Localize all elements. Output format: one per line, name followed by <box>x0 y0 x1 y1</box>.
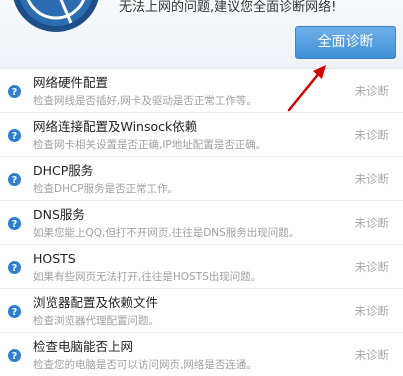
diagnosis-item-title: DHCP服务 <box>33 163 94 178</box>
svg-text:?: ? <box>12 351 18 362</box>
network-diagnosis-panel: 无法上网的问题,建议您全面诊断网络! 全面诊断 ? 网络硬件配置 检查网线是否插… <box>0 0 403 376</box>
help-icon[interactable]: ? <box>8 261 21 274</box>
diagnosis-item[interactable]: ? 网络硬件配置 检查网线是否插好,网卡及驱动是否正常工作等。 未诊断 <box>0 69 403 113</box>
diagnosis-item-title: 网络连接配置及Winsock依赖 <box>33 119 198 134</box>
diagnosis-item-title: 检查电脑能否上网 <box>33 339 134 354</box>
diagnosis-item[interactable]: ? DHCP服务 检查DHCP服务是否正常工作。 未诊断 <box>0 157 403 201</box>
svg-text:?: ? <box>12 263 18 274</box>
network-gauge-icon <box>13 0 99 32</box>
diagnosis-item-status: 未诊断 <box>354 172 390 186</box>
svg-text:?: ? <box>12 131 18 142</box>
full-diagnosis-button[interactable]: 全面诊断 <box>295 26 396 59</box>
diagnosis-item[interactable]: ? DNS服务 如果您能上QQ,但打不开网页,往往是DNS服务出现问题。 未诊断 <box>0 201 403 245</box>
diagnosis-item-description: 检查您的电脑是否可以访问网页,网络是否连通。 <box>33 359 257 371</box>
panel-header: 无法上网的问题,建议您全面诊断网络! 全面诊断 <box>0 0 403 69</box>
svg-text:?: ? <box>12 219 18 230</box>
help-icon[interactable]: ? <box>8 173 21 186</box>
help-icon[interactable]: ? <box>8 129 21 142</box>
help-icon[interactable]: ? <box>8 305 21 318</box>
diagnosis-item[interactable]: ? 检查电脑能否上网 检查您的电脑是否可以访问网页,网络是否连通。 未诊断 <box>0 333 403 376</box>
diagnosis-item-title: 浏览器配置及依赖文件 <box>33 295 159 310</box>
diagnosis-item[interactable]: ? 网络连接配置及Winsock依赖 检查网卡相关设置是否正确,IP地址配置是否… <box>0 113 403 157</box>
diagnosis-hint-text: 无法上网的问题,建议您全面诊断网络! <box>119 0 337 15</box>
diagnosis-item-status: 未诊断 <box>354 260 390 274</box>
svg-text:?: ? <box>12 87 18 98</box>
diagnosis-item-title: DNS服务 <box>33 207 85 222</box>
diagnosis-item-description: 如果有些网页无法打开,往往是HOSTS出现问题。 <box>33 271 262 283</box>
diagnosis-item-status: 未诊断 <box>354 348 390 362</box>
diagnosis-item-status: 未诊断 <box>354 128 390 142</box>
svg-text:?: ? <box>12 175 18 186</box>
diagnosis-item-status: 未诊断 <box>354 304 390 318</box>
diagnosis-item[interactable]: ? HOSTS 如果有些网页无法打开,往往是HOSTS出现问题。 未诊断 <box>0 245 403 289</box>
diagnosis-item-status: 未诊断 <box>354 216 390 230</box>
help-icon[interactable]: ? <box>8 349 21 362</box>
diagnosis-item-title: HOSTS <box>33 251 76 266</box>
diagnosis-item-description: 检查网线是否插好,网卡及驱动是否正常工作等。 <box>33 95 257 107</box>
diagnosis-item-status: 未诊断 <box>354 84 390 98</box>
diagnosis-items-list: ? 网络硬件配置 检查网线是否插好,网卡及驱动是否正常工作等。 未诊断 ? 网络… <box>0 69 403 376</box>
help-icon[interactable]: ? <box>8 217 21 230</box>
help-icon[interactable]: ? <box>8 85 21 98</box>
diagnosis-item-description: 如果您能上QQ,但打不开网页,往往是DNS服务出现问题。 <box>33 227 300 239</box>
diagnosis-item[interactable]: ? 浏览器配置及依赖文件 检查浏览器代理配置问题。 未诊断 <box>0 289 403 333</box>
svg-text:?: ? <box>12 307 18 318</box>
diagnosis-item-description: 检查网卡相关设置是否正确,IP地址配置是否正确。 <box>33 139 267 151</box>
diagnosis-item-description: 检查浏览器代理配置问题。 <box>33 315 159 327</box>
diagnosis-item-title: 网络硬件配置 <box>33 75 109 90</box>
diagnosis-item-description: 检查DHCP服务是否正常工作。 <box>33 183 179 195</box>
